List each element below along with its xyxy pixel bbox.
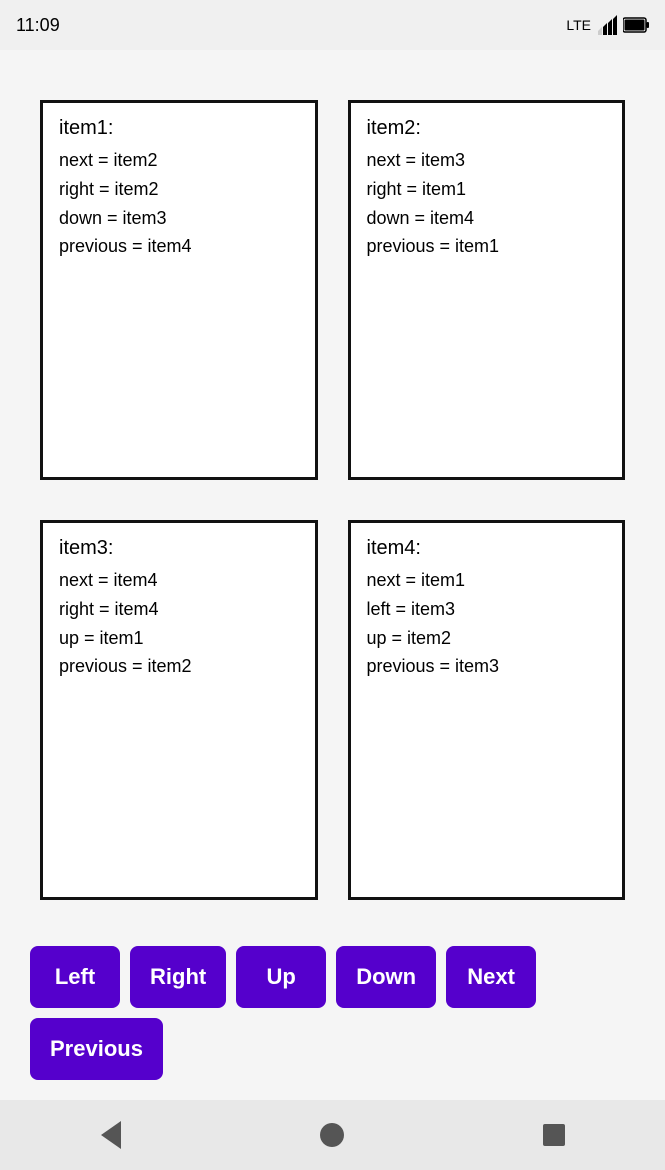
up-button[interactable]: Up [236,946,326,1008]
left-button[interactable]: Left [30,946,120,1008]
item2-prop-1: right = item1 [367,175,607,204]
item1-prop-0: next = item2 [59,146,299,175]
home-circle [320,1123,344,1147]
item3-prop-1: right = item4 [59,595,299,624]
item2-prop-0: next = item3 [367,146,607,175]
main-content: item1: next = item2 right = item2 down =… [0,50,665,1100]
nav-bar [0,1100,665,1170]
item2-title: item2: [367,117,607,140]
button-row-2: Previous [30,1018,635,1080]
item1-title: item1: [59,117,299,140]
button-row-1: Left Right Up Down Next [30,946,635,1008]
back-triangle [101,1121,121,1149]
home-nav-icon[interactable] [318,1121,346,1149]
item-box-3: item3: next = item4 right = item4 up = i… [40,520,318,900]
recents-square [543,1124,565,1146]
item2-prop-3: previous = item1 [367,232,607,261]
lte-icon: LTE [566,17,591,33]
item2-prop-2: down = item4 [367,204,607,233]
next-button[interactable]: Next [446,946,536,1008]
item4-prop-2: up = item2 [367,624,607,653]
recents-nav-icon[interactable] [540,1121,568,1149]
item1-prop-2: down = item3 [59,204,299,233]
item4-prop-1: left = item3 [367,595,607,624]
down-button[interactable]: Down [336,946,436,1008]
item3-prop-3: previous = item2 [59,652,299,681]
item1-prop-1: right = item2 [59,175,299,204]
status-bar: 11:09 LTE [0,0,665,50]
item3-title: item3: [59,537,299,560]
item-box-2: item2: next = item3 right = item1 down =… [348,100,626,480]
status-icons: LTE [566,15,649,35]
item3-prop-2: up = item1 [59,624,299,653]
right-button[interactable]: Right [130,946,226,1008]
previous-button[interactable]: Previous [30,1018,163,1080]
item1-prop-3: previous = item4 [59,232,299,261]
item-box-1: item1: next = item2 right = item2 down =… [40,100,318,480]
item4-prop-0: next = item1 [367,566,607,595]
status-time: 11:09 [16,15,60,36]
item3-prop-0: next = item4 [59,566,299,595]
back-nav-icon[interactable] [97,1121,125,1149]
signal-icon [597,15,617,35]
item4-title: item4: [367,537,607,560]
items-grid: item1: next = item2 right = item2 down =… [20,70,645,930]
item-box-4: item4: next = item1 left = item3 up = it… [348,520,626,900]
button-area: Left Right Up Down Next Previous [20,930,645,1100]
battery-icon [623,17,649,33]
item4-prop-3: previous = item3 [367,652,607,681]
